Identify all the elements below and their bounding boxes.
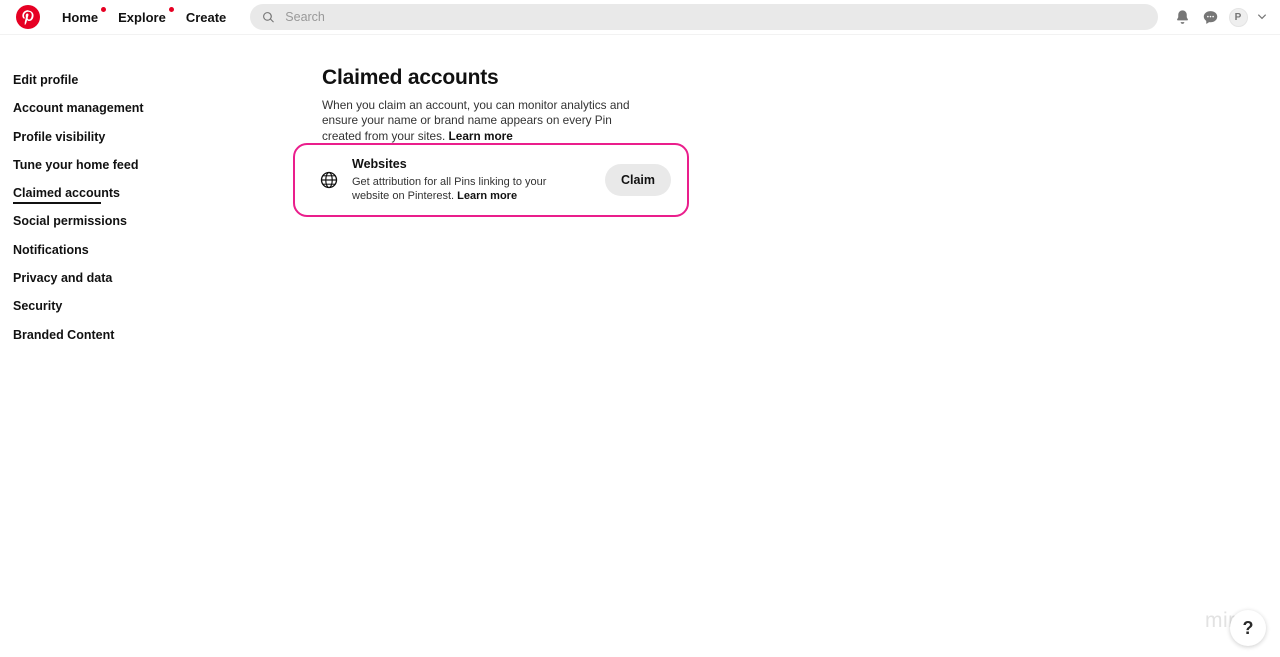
- learn-more-link[interactable]: Learn more: [449, 129, 513, 143]
- websites-card-text: Websites Get attribution for all Pins li…: [352, 157, 605, 204]
- sidebar-item-label: Branded Content: [13, 327, 115, 342]
- sidebar-item-label: Profile visibility: [13, 129, 106, 144]
- sidebar-item-label: Privacy and data: [13, 271, 113, 286]
- pinterest-logo[interactable]: [16, 5, 40, 29]
- sidebar-item-label: Security: [13, 299, 63, 314]
- main-content: Claimed accounts When you claim an accou…: [322, 66, 702, 144]
- active-indicator: [13, 202, 101, 205]
- websites-card-highlight: Websites Get attribution for all Pins li…: [293, 143, 689, 217]
- sidebar-item-label: Social permissions: [13, 214, 127, 229]
- sidebar-item-edit-profile[interactable]: Edit profile: [0, 66, 200, 94]
- nav-item-create[interactable]: Create: [176, 4, 236, 31]
- sidebar-item-label: Edit profile: [13, 73, 79, 87]
- help-button[interactable]: ?: [1230, 610, 1266, 646]
- nav-item-explore[interactable]: Explore: [108, 4, 176, 31]
- sidebar-item-notifications[interactable]: Notifications: [0, 236, 200, 264]
- claim-button[interactable]: Claim: [604, 164, 671, 196]
- notifications-icon[interactable]: [1168, 3, 1196, 31]
- websites-card-description: Get attribution for all Pins linking to …: [352, 175, 584, 204]
- sidebar-item-profile-visibility[interactable]: Profile visibility: [0, 123, 200, 151]
- sidebar-item-tune-your-home-feed[interactable]: Tune your home feed: [0, 151, 200, 179]
- chevron-down-icon[interactable]: [1252, 3, 1272, 31]
- page-title: Claimed accounts: [322, 66, 499, 89]
- messages-icon[interactable]: [1196, 3, 1224, 31]
- sidebar-item-security[interactable]: Security: [0, 292, 200, 320]
- nav-item-create-label: Create: [185, 9, 227, 25]
- search-bar[interactable]: [250, 4, 1158, 30]
- websites-card-title: Websites: [352, 156, 407, 171]
- avatar-initial: P: [1228, 7, 1248, 27]
- websites-card[interactable]: Websites Get attribution for all Pins li…: [295, 145, 687, 215]
- sidebar-item-account-management[interactable]: Account management: [0, 94, 200, 122]
- avatar[interactable]: P: [1224, 3, 1252, 31]
- globe-icon: [320, 171, 338, 189]
- sidebar-item-claimed-accounts[interactable]: Claimed accounts: [0, 179, 200, 207]
- sidebar-item-label: Notifications: [13, 242, 89, 257]
- sidebar-item-social-permissions[interactable]: Social permissions: [0, 207, 200, 235]
- sidebar-item-label: Tune your home feed: [13, 157, 139, 172]
- nav-item-home-label: Home: [62, 9, 99, 25]
- search-input[interactable]: [283, 9, 1146, 25]
- sidebar-item-privacy-and-data[interactable]: Privacy and data: [0, 264, 200, 292]
- top-navigation-bar: Home Explore Create P: [0, 0, 1280, 35]
- nav-item-explore-label: Explore: [118, 9, 166, 25]
- explore-badge-dot: [168, 6, 174, 12]
- sidebar-item-label: Account management: [13, 101, 144, 116]
- websites-learn-more-link[interactable]: Learn more: [457, 190, 517, 202]
- search-icon: [262, 11, 275, 24]
- sidebar-item-label: Claimed accounts: [13, 186, 120, 201]
- settings-sidebar: Edit profile Account management Profile …: [0, 66, 200, 349]
- nav-item-home[interactable]: Home: [52, 4, 108, 31]
- websites-card-description-text: Get attribution for all Pins linking to …: [352, 175, 547, 203]
- page-description: When you claim an account, you can monit…: [322, 98, 650, 144]
- home-badge-dot: [101, 6, 107, 12]
- sidebar-item-branded-content[interactable]: Branded Content: [0, 321, 200, 349]
